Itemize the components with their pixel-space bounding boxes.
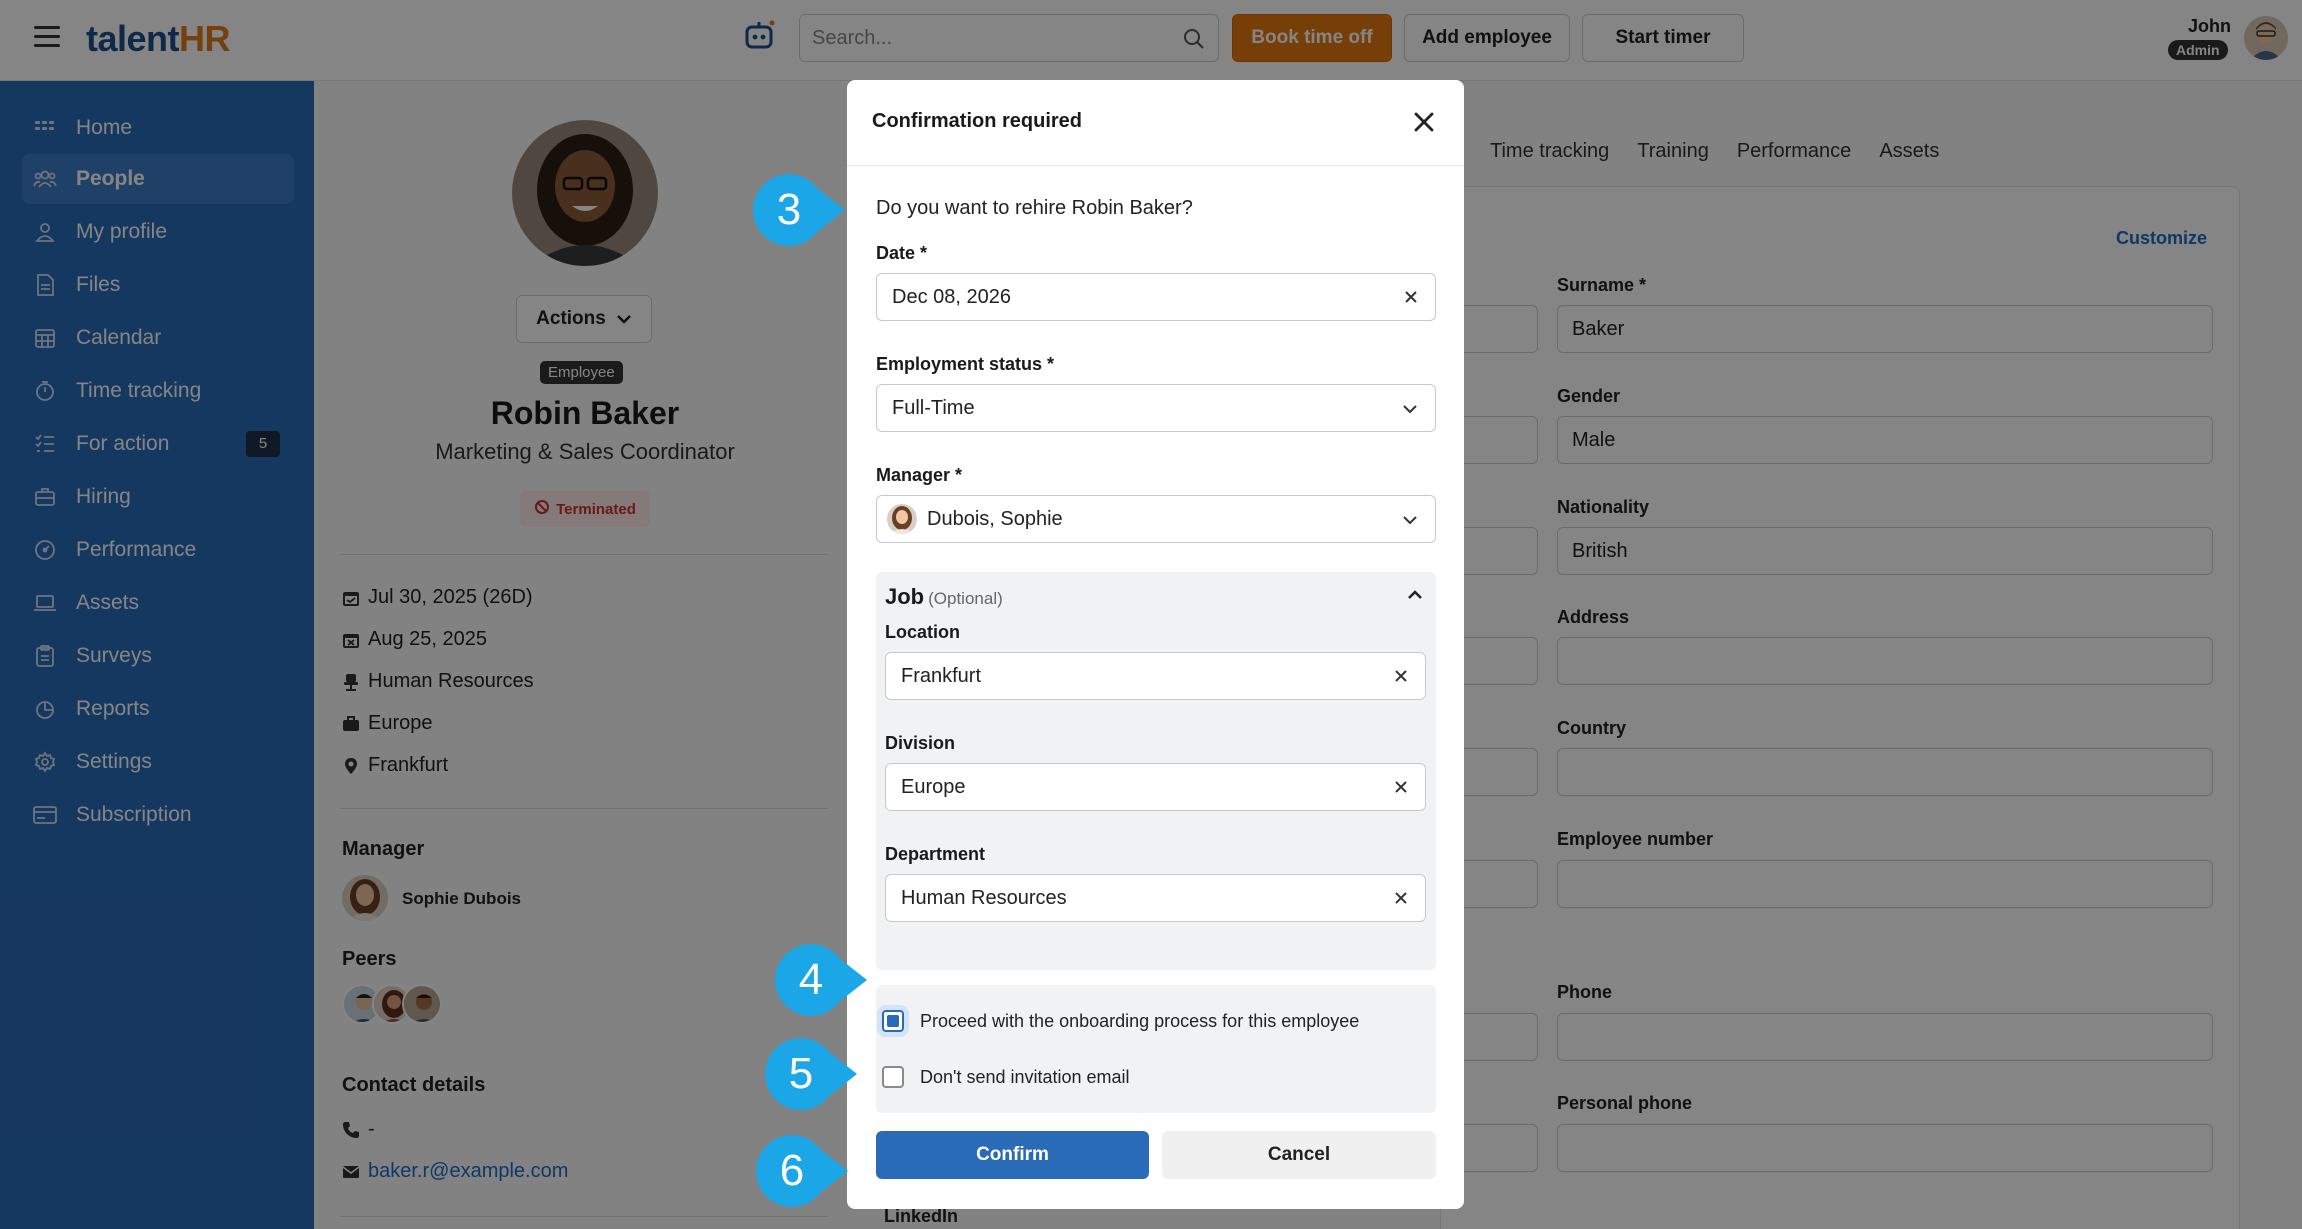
location-field[interactable]: Frankfurt: [885, 652, 1426, 700]
job-section: Job (Optional) Location Frankfurt Divisio…: [876, 572, 1436, 970]
dialog-header: Confirmation required: [847, 80, 1464, 166]
no-invitation-checkbox[interactable]: [882, 1066, 904, 1088]
chevron-down-icon: [1399, 509, 1421, 531]
callout-marker: 4: [771, 940, 871, 1020]
optional-tag: (Optional): [928, 589, 1003, 608]
manager-select[interactable]: Dubois, Sophie: [876, 495, 1436, 543]
chevron-up-icon[interactable]: [1404, 584, 1426, 606]
rehire-question: Do you want to rehire Robin Baker?: [876, 197, 1193, 219]
close-icon[interactable]: [1410, 108, 1438, 136]
date-label: Date *: [876, 243, 928, 263]
employment-status-label: Employment status *: [876, 354, 1055, 374]
manager-label: Manager *: [876, 465, 963, 485]
clear-location-icon[interactable]: [1391, 666, 1411, 686]
department-field[interactable]: Human Resources: [885, 874, 1426, 922]
manager-avatar: [887, 504, 917, 534]
callout-number: 4: [798, 955, 824, 1004]
department-value: Human Resources: [901, 886, 1067, 909]
callout-number: 6: [779, 1146, 805, 1195]
clear-date-icon[interactable]: [1401, 287, 1421, 307]
onboarding-checkbox[interactable]: [882, 1010, 904, 1032]
division-value: Europe: [901, 775, 966, 798]
callout-number: 5: [788, 1049, 814, 1098]
callout-number: 3: [776, 185, 802, 234]
employment-status-select[interactable]: Full-Time: [876, 384, 1436, 432]
cancel-button[interactable]: Cancel: [1162, 1131, 1436, 1179]
department-label: Department: [885, 844, 986, 864]
chevron-down-icon: [1399, 398, 1421, 420]
callout-marker: 3: [749, 170, 849, 250]
location-value: Frankfurt: [901, 664, 982, 687]
confirmation-dialog: Confirmation required Do you want to reh…: [847, 80, 1464, 1209]
division-label: Division: [885, 733, 956, 753]
clear-department-icon[interactable]: [1391, 888, 1411, 908]
onboarding-label[interactable]: Proceed with the onboarding process for …: [920, 1011, 1359, 1032]
callout-marker: 5: [761, 1034, 861, 1114]
employment-status-value: Full-Time: [892, 396, 975, 419]
confirm-button[interactable]: Confirm: [876, 1131, 1149, 1179]
job-title-text: Job: [885, 584, 925, 609]
manager-value: Dubois, Sophie: [927, 507, 1063, 530]
location-label: Location: [885, 622, 960, 642]
clear-division-icon[interactable]: [1391, 777, 1411, 797]
date-value: Dec 08, 2026: [892, 285, 1011, 308]
job-section-title[interactable]: Job (Optional): [885, 584, 1003, 610]
date-field[interactable]: Dec 08, 2026: [876, 273, 1436, 321]
dialog-title: Confirmation required: [872, 110, 1083, 132]
division-field[interactable]: Europe: [885, 763, 1426, 811]
no-invitation-label[interactable]: Don't send invitation email: [920, 1067, 1130, 1088]
options-section: Proceed with the onboarding process for …: [876, 985, 1436, 1113]
callout-marker: 6: [752, 1131, 852, 1211]
